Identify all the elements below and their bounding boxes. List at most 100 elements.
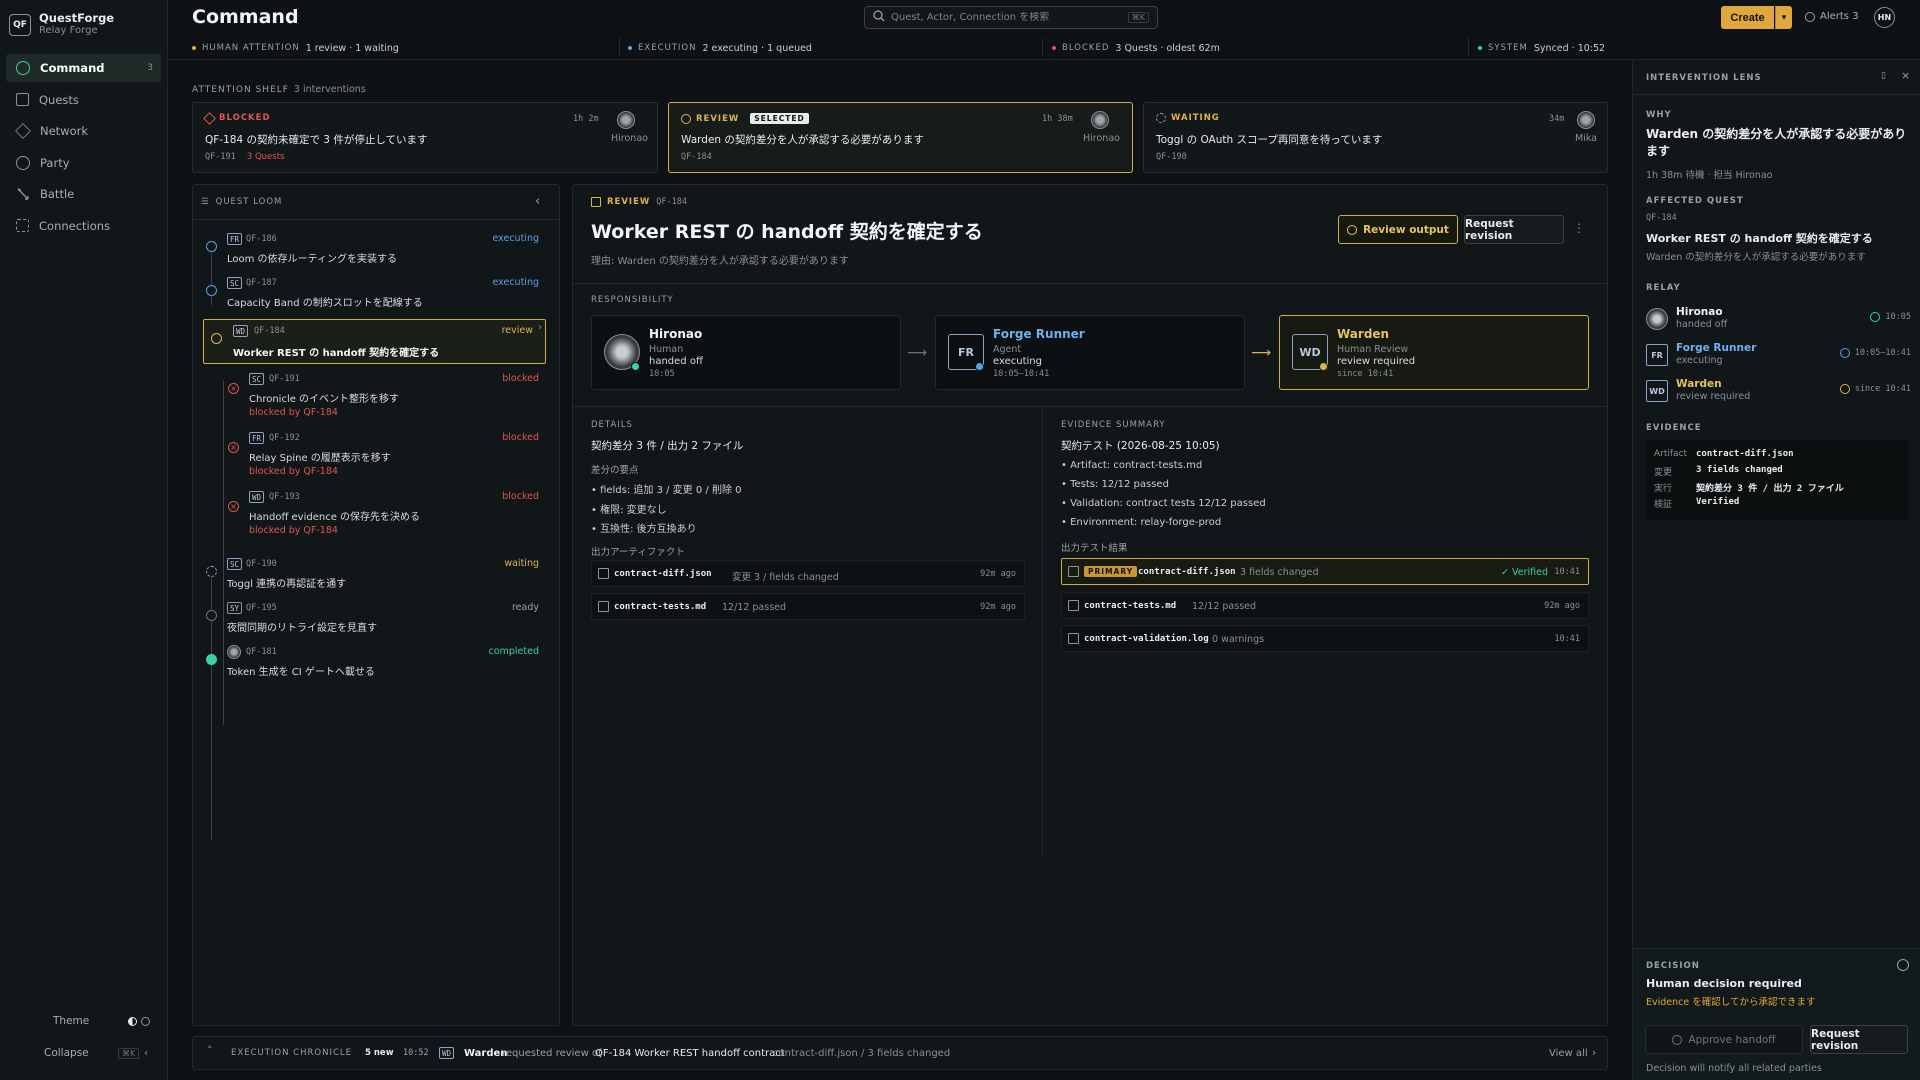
quest-item[interactable]: × SC QF-191 blocked Chronicle のイベント整形を移す… [193, 369, 559, 425]
chronicle-quest-link[interactable]: QF-184 Worker REST handoff contract [595, 1048, 785, 1059]
quest-item[interactable]: SC QF-190 waiting Toggl 連携の再認証を通す [193, 554, 559, 594]
details-headline: 契約差分 3 件 / 出力 2 ファイル [591, 440, 744, 452]
quest-avatar [227, 645, 241, 659]
brand[interactable]: QF QuestForge Relay Forge [9, 12, 114, 37]
relay-row[interactable]: FR Forge Runner executing 10:05–10:41 [1646, 342, 1911, 368]
quest-type-tag: FR [227, 233, 243, 245]
affected-quest-label: AFFECTED QUEST [1646, 196, 1744, 206]
quest-item[interactable]: SC QF-187 executing Capacity Band の制約スロッ… [193, 273, 559, 313]
relay-time-text: since 10:41 [1854, 384, 1911, 394]
quest-item[interactable]: QF-181 completed Token 生成を CI ゲートへ載せる [193, 642, 559, 682]
quest-item[interactable]: × WD QF-193 blocked Handoff evidence の保存… [193, 487, 559, 543]
sidebar-item-connections[interactable]: Connections [6, 212, 161, 240]
file-checkbox[interactable] [1068, 600, 1079, 611]
search-input[interactable] [891, 12, 1122, 23]
card-time: 34m [1549, 114, 1565, 124]
quest-blocked-by[interactable]: blocked by QF-184 [249, 466, 338, 477]
resp-time: since 10:41 [1337, 369, 1394, 379]
card-title: Toggl の OAuth スコープ再同意を待っています [1156, 134, 1383, 146]
checkbox-icon [591, 197, 601, 207]
resp-role: Human [649, 344, 684, 355]
file-checkbox[interactable] [1068, 633, 1079, 644]
artifact-row[interactable]: contract-diff.json 変更 3 / fields changed… [591, 560, 1025, 587]
responsibility-card-forge-runner[interactable]: FR Forge Runner Agent executing 10:05–10… [935, 315, 1245, 390]
view-all-link[interactable]: View all [1549, 1048, 1588, 1059]
quest-title: Worker REST の handoff 契約を確定する [233, 348, 440, 359]
theme-toggle[interactable]: Theme [0, 1011, 168, 1031]
result-row[interactable]: contract-tests.md 12/12 passed 92m ago [1061, 592, 1589, 619]
sidebar-item-quests[interactable]: Quests [6, 86, 161, 114]
card-type-label: BLOCKED [219, 113, 271, 123]
pin-icon[interactable]: ▯ [1881, 71, 1886, 81]
result-row[interactable]: contract-validation.log 0 warnings 10:41 [1061, 625, 1589, 652]
quest-item[interactable]: WD QF-184 review › Worker REST の handoff… [193, 319, 559, 364]
request-revision-button[interactable]: Request revision [1810, 1025, 1908, 1054]
collapse-button[interactable]: Collapse ⌘K ‹ [0, 1043, 168, 1063]
card-avatar [1091, 111, 1109, 129]
blocked-node-icon: × [228, 501, 239, 512]
file-checkbox[interactable] [598, 568, 609, 579]
sidebar-item-battle[interactable]: Battle [6, 180, 161, 208]
attention-card-waiting[interactable]: WAITING 34m Mika Toggl の OAuth スコープ再同意を待… [1143, 102, 1608, 173]
quest-title: Token 生成を CI ゲートへ載せる [227, 667, 375, 678]
file-checkbox[interactable] [1068, 566, 1079, 577]
status-value: 1 review · 1 waiting [305, 42, 399, 54]
quest-item[interactable]: × FR QF-192 blocked Relay Spine の履歴表示を移す… [193, 428, 559, 484]
status-system[interactable]: SYSTEM Synced · 10:52 [1478, 41, 1605, 55]
sidebar-item-badge: 3 [147, 63, 153, 73]
relay-name: Hironao [1676, 306, 1723, 318]
close-icon[interactable]: × [1901, 69, 1910, 82]
search-box[interactable]: ⌘K [864, 6, 1158, 29]
attention-card-review[interactable]: REVIEW SELECTED 1h 38m Hironao Warden の契… [668, 102, 1133, 173]
card-id-text: QF-191 [205, 152, 236, 162]
battle-icon [16, 187, 30, 201]
affected-quest-id[interactable]: QF-184 [1646, 213, 1677, 223]
review-output-button[interactable]: Review output [1338, 215, 1458, 244]
sidebar-item-network[interactable]: Network [6, 117, 161, 145]
quest-blocked-by[interactable]: blocked by QF-184 [249, 525, 338, 536]
chronicle-detail: contract-diff.json / 3 fields changed [773, 1048, 951, 1059]
quest-title: Loom の依存ルーティングを実装する [227, 254, 397, 265]
status-blocked[interactable]: BLOCKED 3 Quests · oldest 62m [1052, 41, 1220, 55]
status-dot [192, 46, 196, 50]
quest-item[interactable]: SY QF-195 ready 夜間同期のリトライ設定を見直す [193, 598, 559, 638]
sidebar-item-party[interactable]: Party [6, 149, 161, 177]
execution-chronicle-bar[interactable]: ˄ EXECUTION CHRONICLE 5 new 10:52 WD War… [192, 1036, 1608, 1070]
file-time: 92m ago [980, 602, 1016, 612]
affected-quest-title[interactable]: Worker REST の handoff 契約を確定する [1646, 230, 1873, 246]
relay-row[interactable]: Hironao handed off 10:05 [1646, 306, 1911, 332]
collapse-loom-chevron-icon[interactable]: ‹ [535, 194, 540, 209]
result-row-primary[interactable]: PRIMARY contract-diff.json 3 fields chan… [1061, 558, 1589, 585]
file-time: 92m ago [1544, 601, 1580, 611]
lens-title: INTERVENTION LENS [1646, 73, 1762, 83]
approve-handoff-button[interactable]: Approve handoff [1645, 1025, 1803, 1054]
executing-status-dot [975, 362, 984, 371]
create-dropdown-chevron-icon[interactable]: ▾ [1775, 6, 1792, 29]
alerts-button[interactable]: Alerts 3 [1805, 11, 1859, 22]
theme-switch[interactable] [128, 1016, 150, 1026]
chevron-up-icon[interactable]: ˄ [207, 1044, 213, 1057]
status-key: EXECUTION [638, 43, 697, 53]
responsibility-card-warden[interactable]: WD Warden Human Review review required s… [1279, 315, 1589, 390]
executing-node-icon [206, 285, 217, 296]
relay-row[interactable]: WD Warden review required since 10:41 [1646, 378, 1911, 404]
artifact-row[interactable]: contract-tests.md 12/12 passed 92m ago [591, 593, 1025, 620]
status-execution[interactable]: EXECUTION 2 executing · 1 queued [628, 41, 812, 55]
arrow-right-icon: ⟶ [907, 345, 928, 361]
quest-item[interactable]: FR QF-186 executing Loom の依存ルーティングを実装する [193, 229, 559, 269]
file-checkbox[interactable] [598, 601, 609, 612]
responsibility-card-hironao[interactable]: Hironao Human handed off 10:05 [591, 315, 901, 390]
more-options-icon[interactable]: ⋮ [1573, 221, 1585, 235]
request-revision-button[interactable]: Request revision [1464, 215, 1564, 244]
create-button[interactable]: Create [1721, 6, 1774, 29]
attention-shelf-label: ATTENTION SHELF 3 interventions [192, 84, 366, 95]
user-avatar[interactable]: HN [1874, 7, 1895, 28]
quest-blocked-by[interactable]: blocked by QF-184 [249, 407, 338, 418]
evidence-value: contract-diff.json [1696, 449, 1794, 459]
quest-type-tag: SC [227, 277, 243, 289]
quest-id: QF-193 [269, 492, 300, 502]
resp-status: handed off [649, 356, 703, 367]
status-human-attention[interactable]: HUMAN ATTENTION 1 review · 1 waiting [192, 41, 399, 55]
attention-card-blocked[interactable]: BLOCKED 1h 2m Hironao QF-184 の契約未確定で 3 件… [192, 102, 658, 173]
sidebar-item-command[interactable]: Command 3 [6, 54, 161, 82]
